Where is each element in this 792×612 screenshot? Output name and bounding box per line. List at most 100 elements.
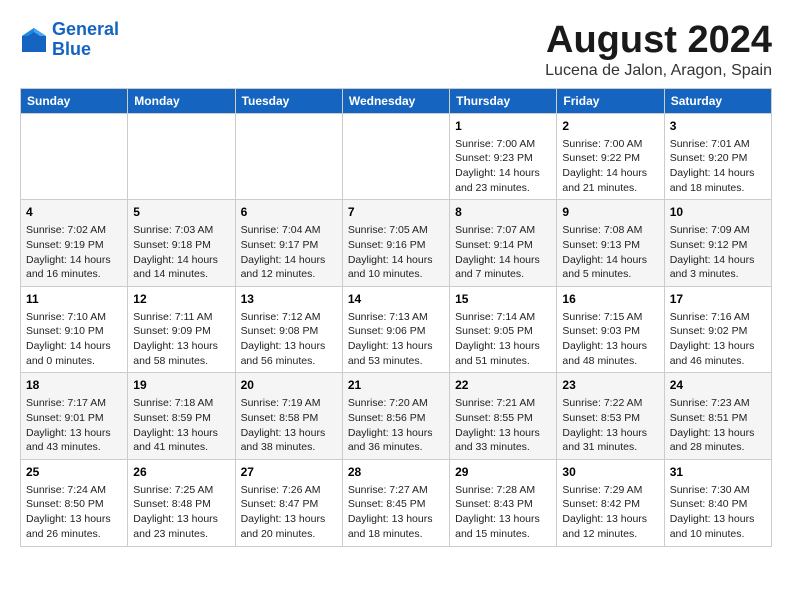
subtitle: Lucena de Jalon, Aragon, Spain <box>545 62 772 80</box>
cell-content: Sunrise: 7:17 AMSunset: 9:01 PMDaylight:… <box>26 396 122 455</box>
cell-content: Sunrise: 7:00 AMSunset: 9:22 PMDaylight:… <box>562 137 658 196</box>
calendar-cell: 20 Sunrise: 7:19 AMSunset: 8:58 PMDayligh… <box>235 373 342 460</box>
cell-content: Sunrise: 7:10 AMSunset: 9:10 PMDaylight:… <box>26 310 122 369</box>
calendar-cell: 15 Sunrise: 7:14 AMSunset: 9:05 PMDayligh… <box>450 286 557 373</box>
cell-date: 27 <box>241 464 337 481</box>
weekday-header-friday: Friday <box>557 88 664 113</box>
calendar-cell: 23 Sunrise: 7:22 AMSunset: 8:53 PMDayligh… <box>557 373 664 460</box>
cell-content: Sunrise: 7:01 AMSunset: 9:20 PMDaylight:… <box>670 137 766 196</box>
cell-date: 25 <box>26 464 122 481</box>
cell-date: 11 <box>26 291 122 308</box>
cell-content: Sunrise: 7:09 AMSunset: 9:12 PMDaylight:… <box>670 223 766 282</box>
cell-content: Sunrise: 7:11 AMSunset: 9:09 PMDaylight:… <box>133 310 229 369</box>
weekday-header-monday: Monday <box>128 88 235 113</box>
cell-content: Sunrise: 7:16 AMSunset: 9:02 PMDaylight:… <box>670 310 766 369</box>
calendar-cell: 7 Sunrise: 7:05 AMSunset: 9:16 PMDaylight… <box>342 200 449 287</box>
logo: General Blue <box>20 20 119 60</box>
cell-content: Sunrise: 7:18 AMSunset: 8:59 PMDaylight:… <box>133 396 229 455</box>
cell-date: 12 <box>133 291 229 308</box>
calendar-cell: 12 Sunrise: 7:11 AMSunset: 9:09 PMDayligh… <box>128 286 235 373</box>
cell-content: Sunrise: 7:02 AMSunset: 9:19 PMDaylight:… <box>26 223 122 282</box>
calendar-cell: 2 Sunrise: 7:00 AMSunset: 9:22 PMDaylight… <box>557 113 664 200</box>
cell-content: Sunrise: 7:12 AMSunset: 9:08 PMDaylight:… <box>241 310 337 369</box>
calendar-cell: 16 Sunrise: 7:15 AMSunset: 9:03 PMDayligh… <box>557 286 664 373</box>
calendar-cell: 24 Sunrise: 7:23 AMSunset: 8:51 PMDayligh… <box>664 373 771 460</box>
calendar-cell: 21 Sunrise: 7:20 AMSunset: 8:56 PMDayligh… <box>342 373 449 460</box>
calendar-cell: 30 Sunrise: 7:29 AMSunset: 8:42 PMDayligh… <box>557 459 664 546</box>
title-area: August 2024 Lucena de Jalon, Aragon, Spa… <box>545 20 772 80</box>
cell-content: Sunrise: 7:20 AMSunset: 8:56 PMDaylight:… <box>348 396 444 455</box>
calendar-cell: 4 Sunrise: 7:02 AMSunset: 9:19 PMDaylight… <box>21 200 128 287</box>
cell-content: Sunrise: 7:21 AMSunset: 8:55 PMDaylight:… <box>455 396 551 455</box>
cell-content: Sunrise: 7:29 AMSunset: 8:42 PMDaylight:… <box>562 483 658 542</box>
cell-content: Sunrise: 7:00 AMSunset: 9:23 PMDaylight:… <box>455 137 551 196</box>
cell-content: Sunrise: 7:19 AMSunset: 8:58 PMDaylight:… <box>241 396 337 455</box>
calendar-cell <box>235 113 342 200</box>
cell-date: 23 <box>562 377 658 394</box>
weekday-header-saturday: Saturday <box>664 88 771 113</box>
calendar-cell: 6 Sunrise: 7:04 AMSunset: 9:17 PMDaylight… <box>235 200 342 287</box>
calendar-cell <box>342 113 449 200</box>
week-row-5: 25 Sunrise: 7:24 AMSunset: 8:50 PMDayligh… <box>21 459 772 546</box>
weekday-header-row: SundayMondayTuesdayWednesdayThursdayFrid… <box>21 88 772 113</box>
logo-icon <box>20 26 48 54</box>
cell-date: 22 <box>455 377 551 394</box>
cell-date: 19 <box>133 377 229 394</box>
cell-date: 10 <box>670 204 766 221</box>
week-row-1: 1 Sunrise: 7:00 AMSunset: 9:23 PMDaylight… <box>21 113 772 200</box>
cell-content: Sunrise: 7:05 AMSunset: 9:16 PMDaylight:… <box>348 223 444 282</box>
cell-date: 2 <box>562 118 658 135</box>
calendar-cell: 3Sunrise: 7:01 AMSunset: 9:20 PMDaylight… <box>664 113 771 200</box>
cell-date: 29 <box>455 464 551 481</box>
calendar-cell: 27 Sunrise: 7:26 AMSunset: 8:47 PMDayligh… <box>235 459 342 546</box>
calendar-table: SundayMondayTuesdayWednesdayThursdayFrid… <box>20 88 772 547</box>
cell-date: 21 <box>348 377 444 394</box>
cell-date: 15 <box>455 291 551 308</box>
cell-content: Sunrise: 7:24 AMSunset: 8:50 PMDaylight:… <box>26 483 122 542</box>
cell-date: 28 <box>348 464 444 481</box>
calendar-cell: 8Sunrise: 7:07 AMSunset: 9:14 PMDaylight… <box>450 200 557 287</box>
cell-date: 1 <box>455 118 551 135</box>
calendar-cell: 26 Sunrise: 7:25 AMSunset: 8:48 PMDayligh… <box>128 459 235 546</box>
calendar-cell: 13Sunrise: 7:12 AMSunset: 9:08 PMDayligh… <box>235 286 342 373</box>
cell-date: 31 <box>670 464 766 481</box>
cell-content: Sunrise: 7:22 AMSunset: 8:53 PMDaylight:… <box>562 396 658 455</box>
cell-date: 16 <box>562 291 658 308</box>
cell-date: 24 <box>670 377 766 394</box>
cell-date: 4 <box>26 204 122 221</box>
weekday-header-wednesday: Wednesday <box>342 88 449 113</box>
cell-date: 9 <box>562 204 658 221</box>
cell-date: 18 <box>26 377 122 394</box>
cell-date: 7 <box>348 204 444 221</box>
cell-content: Sunrise: 7:15 AMSunset: 9:03 PMDaylight:… <box>562 310 658 369</box>
cell-content: Sunrise: 7:07 AMSunset: 9:14 PMDaylight:… <box>455 223 551 282</box>
cell-date: 30 <box>562 464 658 481</box>
cell-date: 20 <box>241 377 337 394</box>
main-title: August 2024 <box>545 20 772 62</box>
calendar-cell: 5Sunrise: 7:03 AMSunset: 9:18 PMDaylight… <box>128 200 235 287</box>
cell-date: 6 <box>241 204 337 221</box>
cell-content: Sunrise: 7:28 AMSunset: 8:43 PMDaylight:… <box>455 483 551 542</box>
page-header: General Blue August 2024 Lucena de Jalon… <box>20 20 772 80</box>
calendar-cell: 28Sunrise: 7:27 AMSunset: 8:45 PMDayligh… <box>342 459 449 546</box>
cell-content: Sunrise: 7:23 AMSunset: 8:51 PMDaylight:… <box>670 396 766 455</box>
cell-date: 14 <box>348 291 444 308</box>
calendar-cell: 25 Sunrise: 7:24 AMSunset: 8:50 PMDayligh… <box>21 459 128 546</box>
weekday-header-tuesday: Tuesday <box>235 88 342 113</box>
cell-content: Sunrise: 7:14 AMSunset: 9:05 PMDaylight:… <box>455 310 551 369</box>
calendar-cell: 17 Sunrise: 7:16 AMSunset: 9:02 PMDayligh… <box>664 286 771 373</box>
week-row-3: 11 Sunrise: 7:10 AMSunset: 9:10 PMDayligh… <box>21 286 772 373</box>
cell-content: Sunrise: 7:30 AMSunset: 8:40 PMDaylight:… <box>670 483 766 542</box>
logo-text-blue: Blue <box>52 40 119 60</box>
weekday-header-thursday: Thursday <box>450 88 557 113</box>
cell-content: Sunrise: 7:25 AMSunset: 8:48 PMDaylight:… <box>133 483 229 542</box>
cell-date: 26 <box>133 464 229 481</box>
cell-content: Sunrise: 7:04 AMSunset: 9:17 PMDaylight:… <box>241 223 337 282</box>
calendar-cell: 14Sunrise: 7:13 AMSunset: 9:06 PMDayligh… <box>342 286 449 373</box>
calendar-cell: 29 Sunrise: 7:28 AMSunset: 8:43 PMDayligh… <box>450 459 557 546</box>
cell-content: Sunrise: 7:26 AMSunset: 8:47 PMDaylight:… <box>241 483 337 542</box>
cell-date: 17 <box>670 291 766 308</box>
calendar-cell: 1 Sunrise: 7:00 AMSunset: 9:23 PMDaylight… <box>450 113 557 200</box>
calendar-cell: 22 Sunrise: 7:21 AMSunset: 8:55 PMDayligh… <box>450 373 557 460</box>
week-row-4: 18 Sunrise: 7:17 AMSunset: 9:01 PMDayligh… <box>21 373 772 460</box>
